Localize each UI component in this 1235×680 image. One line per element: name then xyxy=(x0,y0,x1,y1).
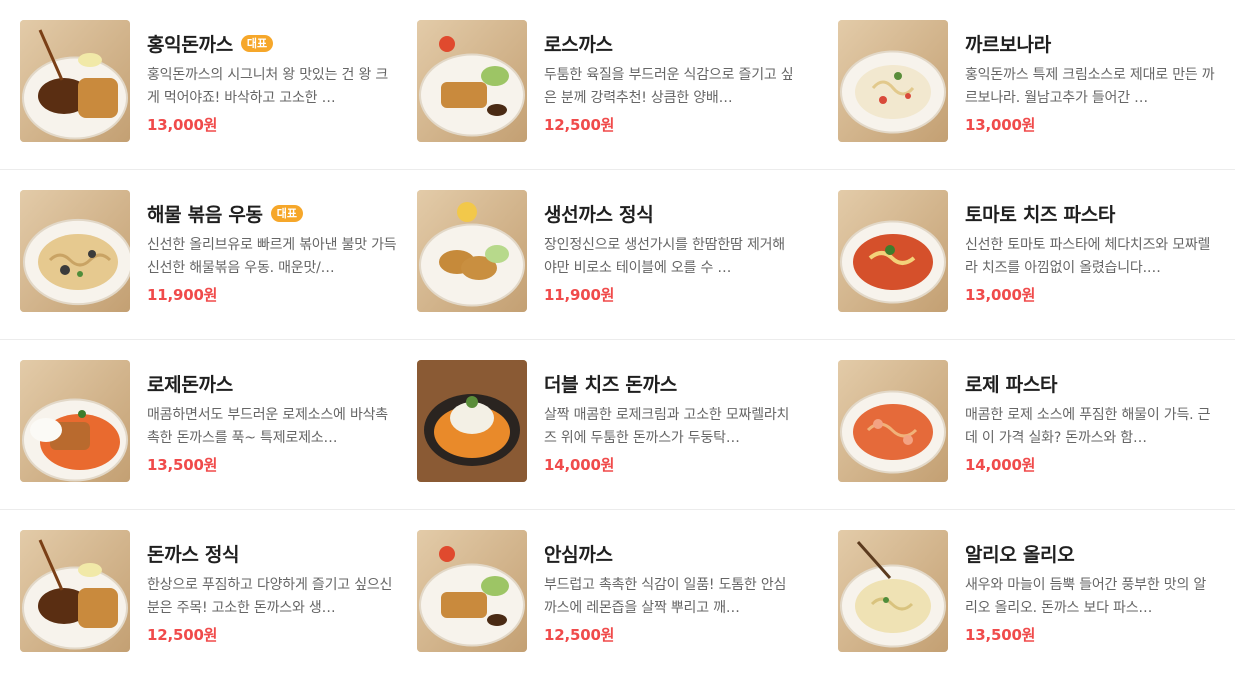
menu-item-name: 까르보나라 xyxy=(965,33,1051,56)
menu-column-3: 까르보나라 홍익돈까스 특제 크림소스로 제대로 만든 까르보나라. 월남고추가… xyxy=(818,0,1235,676)
menu-item[interactable]: 더블 치즈 돈까스 살짝 매콤한 로제크림과 고소한 모짜렐라치즈 위에 두툼한… xyxy=(398,340,818,510)
menu-item-name: 로제돈까스 xyxy=(147,373,233,396)
menu-item[interactable]: 로제 파스타 매콤한 로제 소스에 푸짐한 해물이 가득. 근데 이 가격 실화… xyxy=(818,340,1235,510)
menu-item-price: 13,000원 xyxy=(965,116,1036,134)
menu-item-description: 살짝 매콤한 로제크림과 고소한 모짜렐라치즈 위에 두툼한 돈까스가 두둥탁… xyxy=(544,407,790,446)
menu-item[interactable]: 생선까스 정식 장인정신으로 생선가시를 한땀한땀 제거해야만 비로소 테이블에… xyxy=(398,170,818,340)
aglio-photo xyxy=(838,530,948,652)
menu-item-price: 13,000원 xyxy=(147,116,218,134)
tenderloin-photo xyxy=(417,530,527,652)
menu-item-description: 장인정신으로 생선가시를 한땀한땀 제거해야만 비로소 테이블에 오를 수 … xyxy=(544,237,785,276)
menu-item-description: 홍익돈까스 특제 크림소스로 제대로 만든 까르보나라. 월남고추가 들어간 … xyxy=(965,67,1215,106)
menu-item[interactable]: 알리오 올리오 새우와 마늘이 듬뿍 들어간 풍부한 맛의 알리오 올리오. 돈… xyxy=(818,510,1235,680)
menu-item-description: 홍익돈까스의 시그니처 왕 맛있는 건 왕 크게 먹어야죠! 바삭하고 고소한 … xyxy=(147,67,389,106)
menu-item-price: 13,500원 xyxy=(965,626,1036,644)
fish-cutlet-photo xyxy=(417,190,527,312)
menu-item[interactable]: 로제돈까스 매콤하면서도 부드러운 로제소스에 바삭촉촉한 돈까스를 푹~ 특제… xyxy=(0,340,398,510)
loin-cutlet-photo xyxy=(417,20,527,142)
double-cheese-photo xyxy=(417,360,527,482)
menu-item-description: 신선한 토마토 파스타에 체다치즈와 모짜렐라 치즈를 아낌없이 올렸습니다.… xyxy=(965,237,1211,276)
cutlet-sauce-photo xyxy=(20,20,130,142)
menu-item[interactable]: 홍익돈까스 대표 홍익돈까스의 시그니처 왕 맛있는 건 왕 크게 먹어야죠! … xyxy=(0,0,398,170)
signature-badge: 대표 xyxy=(240,34,274,52)
menu-item-name: 로스까스 xyxy=(544,33,613,56)
menu-item-name: 안심까스 xyxy=(544,543,613,566)
menu-item-description: 한상으로 푸짐하고 다양하게 즐기고 싶으신 분은 주목! 고소한 돈까스와 생… xyxy=(147,577,393,616)
menu-item-name: 알리오 올리오 xyxy=(965,543,1075,566)
menu-item-description: 부드럽고 촉촉한 식감이 일품! 도톰한 안심까스에 레몬즙을 살짝 뿌리고 깨… xyxy=(544,577,787,616)
menu-item-price: 14,000원 xyxy=(965,456,1036,474)
menu-item-name: 돈까스 정식 xyxy=(147,543,240,566)
menu-item-name: 토마토 치즈 파스타 xyxy=(965,203,1116,226)
menu-item-price: 12,500원 xyxy=(544,116,615,134)
udon-photo xyxy=(20,190,130,312)
menu-item-price: 11,900원 xyxy=(147,286,218,304)
menu-item-description: 매콤한 로제 소스에 푸짐한 해물이 가득. 근데 이 가격 실화? 돈까스와 … xyxy=(965,407,1211,446)
rose-cutlet-photo xyxy=(20,360,130,482)
menu-item-description: 신선한 올리브유로 빠르게 볶아낸 불맛 가득 신선한 해물볶음 우동. 매운맛… xyxy=(147,237,397,276)
carbonara-photo xyxy=(838,20,948,142)
menu-item[interactable]: 까르보나라 홍익돈까스 특제 크림소스로 제대로 만든 까르보나라. 월남고추가… xyxy=(818,0,1235,170)
menu-item[interactable]: 토마토 치즈 파스타 신선한 토마토 파스타에 체다치즈와 모짜렐라 치즈를 아… xyxy=(818,170,1235,340)
menu-item-price: 13,500원 xyxy=(147,456,218,474)
menu-item[interactable]: 안심까스 부드럽고 촉촉한 식감이 일품! 도톰한 안심까스에 레몬즙을 살짝 … xyxy=(398,510,818,680)
menu-item-name: 해물 볶음 우동 xyxy=(147,203,263,226)
rose-pasta-photo xyxy=(838,360,948,482)
menu-item-description: 매콤하면서도 부드러운 로제소스에 바삭촉촉한 돈까스를 푹~ 특제로제소… xyxy=(147,407,388,446)
menu-item-name: 생선까스 정식 xyxy=(544,203,654,226)
menu-item-name: 로제 파스타 xyxy=(965,373,1058,396)
menu-item-price: 12,500원 xyxy=(147,626,218,644)
menu-column-2: 로스까스 두툼한 육질을 부드러운 식감으로 즐기고 싶은 분께 강력추천! 상… xyxy=(398,0,818,676)
menu-item-description: 두툼한 육질을 부드러운 식감으로 즐기고 싶은 분께 강력추천! 상큼한 양배… xyxy=(544,67,794,106)
menu-item-price: 12,500원 xyxy=(544,626,615,644)
menu-item-description: 새우와 마늘이 듬뿍 들어간 풍부한 맛의 알리오 올리오. 돈까스 보다 파스… xyxy=(965,577,1207,616)
cutlet-set-photo xyxy=(20,530,130,652)
signature-badge: 대표 xyxy=(270,204,303,222)
menu-column-1: 홍익돈까스 대표 홍익돈까스의 시그니처 왕 맛있는 건 왕 크게 먹어야죠! … xyxy=(0,0,398,676)
menu-item-name: 더블 치즈 돈까스 xyxy=(544,373,677,396)
menu-item-name: 홍익돈까스 xyxy=(147,33,233,56)
menu-item[interactable]: 로스까스 두툼한 육질을 부드러운 식감으로 즐기고 싶은 분께 강력추천! 상… xyxy=(398,0,818,170)
tomato-pasta-photo xyxy=(838,190,948,312)
menu-item[interactable]: 해물 볶음 우동 대표 신선한 올리브유로 빠르게 볶아낸 불맛 가득 신선한 … xyxy=(0,170,398,340)
menu-item-price: 13,000원 xyxy=(965,286,1036,304)
menu-item-price: 11,900원 xyxy=(544,286,615,304)
menu-item-price: 14,000원 xyxy=(544,456,615,474)
menu-item[interactable]: 돈까스 정식 한상으로 푸짐하고 다양하게 즐기고 싶으신 분은 주목! 고소한… xyxy=(0,510,398,680)
